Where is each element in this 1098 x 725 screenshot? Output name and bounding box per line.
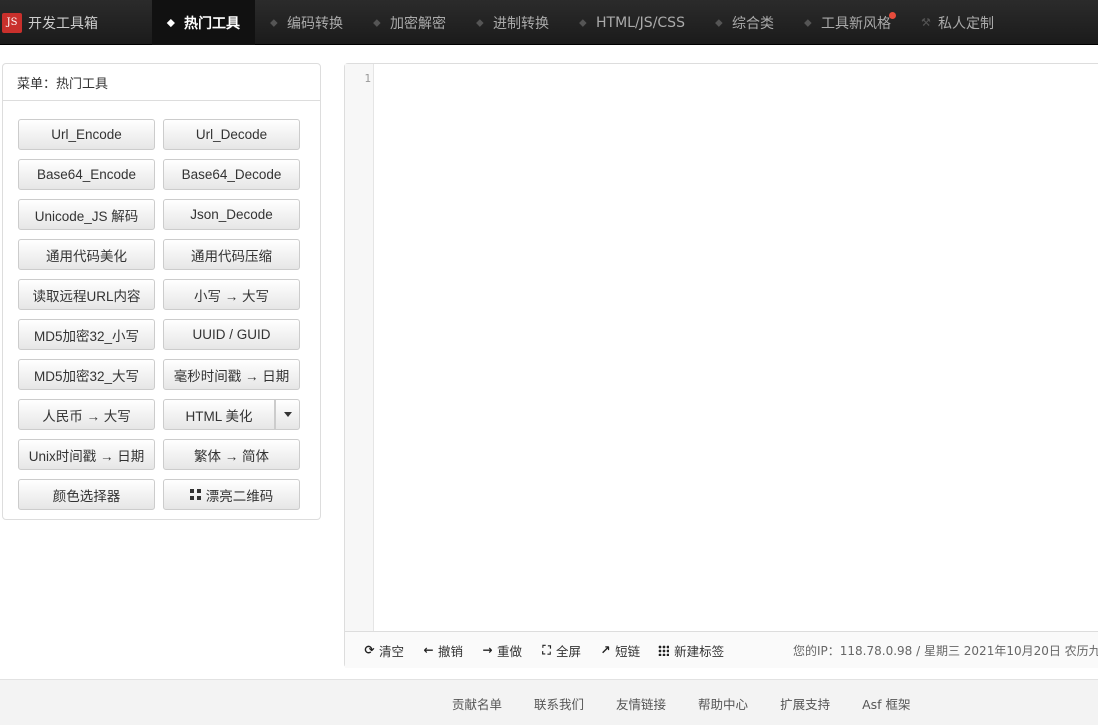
tag-icon: ⬥ xyxy=(373,16,381,29)
unicode-js-decode-button[interactable]: Unicode_JS 解码 xyxy=(18,199,155,230)
redo-label: 重做 xyxy=(497,643,523,659)
editor-toolbar: ⟳ 清空 ← 撤销 → 重做 ⛶ 全屏 ↗ 短链 新建标签 您的IP：118.7… xyxy=(345,631,1098,668)
footer-link-extensions[interactable]: 扩展支持 xyxy=(780,694,830,713)
url-decode-button[interactable]: Url_Decode xyxy=(163,119,300,150)
new-tab-label: 新建标签 xyxy=(674,643,725,659)
nav-item-crypto[interactable]: ⬥ 加密解密 xyxy=(358,0,461,45)
code-compress-button[interactable]: 通用代码压缩 xyxy=(163,239,300,270)
grid-icon xyxy=(658,644,670,656)
nav-item-html-js-css[interactable]: ⬥ HTML/JS/CSS xyxy=(564,0,700,45)
top-navbar: JS 开发工具箱 ⬥ 热门工具 ⬥ 编码转换 ⬥ 加密解密 ⬥ 进制转换 ⬥ H… xyxy=(0,0,1098,45)
fullscreen-icon: ⛶ xyxy=(542,642,551,657)
share-icon: ↗ xyxy=(600,643,611,657)
footer-link-contributors[interactable]: 贡献名单 xyxy=(452,694,502,713)
base64-encode-button[interactable]: Base64_Encode xyxy=(18,159,155,190)
md5-upper-button[interactable]: MD5加密32_大写 xyxy=(18,359,155,390)
brand-title: 开发工具箱 xyxy=(28,15,98,32)
nav-item-new-style[interactable]: ⬥ 工具新风格 xyxy=(789,0,906,45)
main-nav: ⬥ 热门工具 ⬥ 编码转换 ⬥ 加密解密 ⬥ 进制转换 ⬥ HTML/JS/CS… xyxy=(152,0,1009,45)
nav-item-encoding[interactable]: ⬥ 编码转换 xyxy=(255,0,358,45)
arrow-right-icon: → xyxy=(482,643,493,657)
qrcode-button-label: 漂亮二维码 xyxy=(205,488,274,504)
clear-button[interactable]: ⟳ 清空 xyxy=(363,641,404,660)
ms-timestamp-to-date-button[interactable]: 毫秒时间戳 → 日期 xyxy=(163,359,300,390)
fetch-remote-url-button[interactable]: 读取远程URL内容 xyxy=(18,279,155,310)
url-encode-button[interactable]: Url_Encode xyxy=(18,119,155,150)
nav-item-label: 热门工具 xyxy=(184,15,240,32)
tools-menu-panel: 菜单：热门工具 Url_Encode Url_Decode Base64_Enc… xyxy=(2,63,321,520)
unix-timestamp-to-date-button[interactable]: Unix时间戳 → 日期 xyxy=(18,439,155,470)
tag-icon: ⬥ xyxy=(270,16,278,29)
new-tab-button[interactable]: 新建标签 xyxy=(658,641,724,660)
html-beautify-dropdown-button[interactable] xyxy=(275,399,300,430)
qrcode-icon xyxy=(189,489,201,500)
nav-item-label: 进制转换 xyxy=(493,15,549,32)
traditional-to-simplified-button[interactable]: 繁体 → 简体 xyxy=(163,439,300,470)
nav-item-misc[interactable]: ⬥ 综合类 xyxy=(700,0,789,45)
nav-item-label: 编码转换 xyxy=(287,15,343,32)
footer: 贡献名单 联系我们 友情链接 帮助中心 扩展支持 Asf 框架 xyxy=(0,679,1098,725)
code-beautify-button[interactable]: 通用代码美化 xyxy=(18,239,155,270)
lower-to-upper-button[interactable]: 小写 → 大写 xyxy=(163,279,300,310)
clear-label: 清空 xyxy=(379,643,405,659)
panel-title: 菜单：热门工具 xyxy=(3,64,320,101)
footer-links: 贡献名单 联系我们 友情链接 帮助中心 扩展支持 Asf 框架 xyxy=(452,680,943,725)
code-editor[interactable]: 1 ⟳ 清空 ← 撤销 → 重做 ⛶ 全屏 ↗ 短链 新建标签 您的IP：118… xyxy=(344,63,1098,668)
fullscreen-label: 全屏 xyxy=(556,643,582,659)
tag-icon: ⬥ xyxy=(167,16,175,29)
qrcode-button[interactable]: 漂亮二维码 xyxy=(163,479,300,510)
arrow-left-icon: ← xyxy=(423,643,434,657)
tag-icon: ⬥ xyxy=(803,16,812,29)
tag-icon: ⬥ xyxy=(476,16,484,29)
nav-item-label: HTML/JS/CSS xyxy=(596,14,685,31)
tag-icon: ⬥ xyxy=(714,16,723,29)
line-number: 1 xyxy=(364,72,371,85)
undo-button[interactable]: ← 撤销 xyxy=(422,641,463,660)
footer-link-contact[interactable]: 联系我们 xyxy=(534,694,584,713)
redo-button[interactable]: → 重做 xyxy=(481,641,523,660)
html-beautify-button[interactable]: HTML 美化 xyxy=(163,399,275,430)
new-badge-dot xyxy=(888,12,896,19)
nav-item-label: 工具新风格 xyxy=(820,15,891,32)
fullscreen-button[interactable]: ⛶ 全屏 xyxy=(540,641,581,660)
refresh-icon: ⟳ xyxy=(364,643,375,657)
nav-item-radix[interactable]: ⬥ 进制转换 xyxy=(461,0,564,45)
line-gutter: 1 xyxy=(345,64,374,631)
uuid-guid-button[interactable]: UUID / GUID xyxy=(163,319,300,350)
nav-item-label: 加密解密 xyxy=(390,15,446,32)
base64-decode-button[interactable]: Base64_Decode xyxy=(163,159,300,190)
wrench-icon: ⚒ xyxy=(920,16,931,29)
nav-item-custom[interactable]: ⚒ 私人定制 xyxy=(906,0,1009,45)
shortlink-button[interactable]: ↗ 短链 xyxy=(599,641,641,660)
brand[interactable]: JS 开发工具箱 xyxy=(0,0,98,45)
undo-label: 撤销 xyxy=(438,643,464,659)
caret-down-icon xyxy=(283,412,292,417)
md5-lower-button[interactable]: MD5加密32_小写 xyxy=(18,319,155,350)
tag-icon: ⬥ xyxy=(579,16,587,29)
js-logo-icon: JS xyxy=(2,12,22,33)
footer-link-asf[interactable]: Asf 框架 xyxy=(862,694,910,713)
footer-link-help[interactable]: 帮助中心 xyxy=(698,694,748,713)
nav-item-hot-tools[interactable]: ⬥ 热门工具 xyxy=(152,0,255,45)
footer-link-friends[interactable]: 友情链接 xyxy=(616,694,666,713)
nav-item-label: 私人定制 xyxy=(937,15,994,32)
color-picker-button[interactable]: 颜色选择器 xyxy=(18,479,155,510)
json-decode-button[interactable]: Json_Decode xyxy=(163,199,300,230)
rmb-to-upper-button[interactable]: 人民币 → 大写 xyxy=(18,399,155,430)
nav-item-label: 综合类 xyxy=(731,15,774,32)
ip-date-status: 您的IP：118.78.0.98 / 星期三 2021年10月20日 农历九月十 xyxy=(793,644,1098,658)
shortlink-label: 短链 xyxy=(615,643,641,659)
